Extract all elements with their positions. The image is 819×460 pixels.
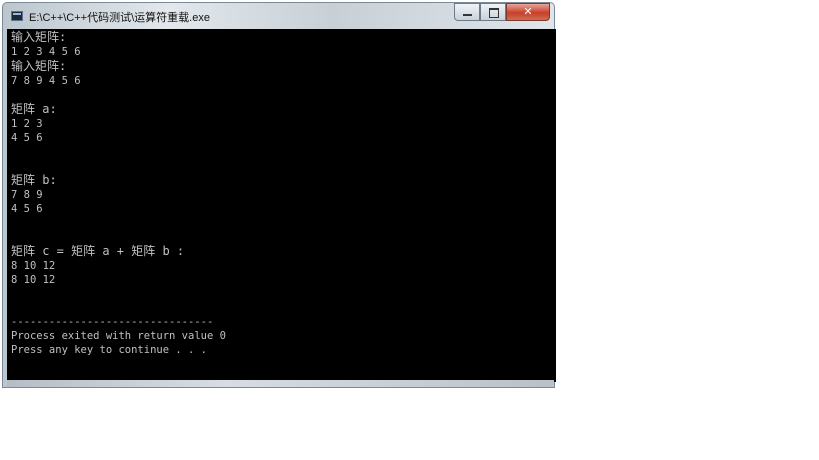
console-line: Process exited with return value 0 (11, 330, 226, 342)
console-line: 输入矩阵: (11, 59, 67, 73)
minimize-button[interactable] (454, 3, 480, 21)
console-line: 4 5 6 (11, 203, 43, 215)
console-line: 8 10 12 (11, 260, 56, 272)
console-line: 4 5 6 (11, 132, 43, 144)
console-line: 7 8 9 (11, 189, 43, 201)
console-line: Press any key to continue . . . (11, 344, 207, 356)
console-line: 矩阵 b: (11, 173, 57, 187)
console-line: 1 2 3 4 5 6 (11, 46, 81, 58)
console-line: 1 2 3 (11, 118, 43, 130)
console-line: 矩阵 c = 矩阵 a + 矩阵 b : (11, 244, 185, 258)
console-line: 8 10 12 (11, 274, 56, 286)
console-window: E:\C++\C++代码测试\运算符重载.exe 输入矩阵: 1 2 3 4 5… (2, 2, 556, 388)
window-bottom-frame (7, 380, 554, 387)
console-line: 输入矩阵: (11, 30, 67, 44)
title-bar[interactable]: E:\C++\C++代码测试\运算符重载.exe (3, 3, 554, 29)
window-title: E:\C++\C++代码测试\运算符重载.exe (29, 12, 210, 24)
console-app-icon[interactable] (11, 11, 23, 21)
close-button[interactable] (506, 3, 550, 21)
console-line: 7 8 9 4 5 6 (11, 75, 81, 87)
window-controls (454, 3, 550, 21)
maximize-button[interactable] (480, 3, 506, 21)
console-output[interactable]: 输入矩阵: 1 2 3 4 5 6 输入矩阵: 7 8 9 4 5 6 矩阵 a… (7, 29, 556, 382)
console-line: -------------------------------- (11, 316, 214, 328)
console-line: 矩阵 a: (11, 102, 57, 116)
